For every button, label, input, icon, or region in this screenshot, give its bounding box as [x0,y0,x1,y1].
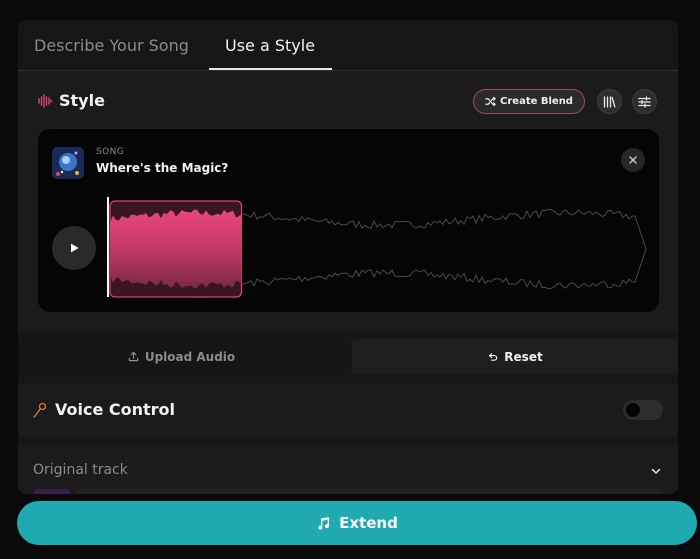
create-blend-button[interactable]: Create Blend [473,89,585,114]
reset-label: Reset [504,349,543,364]
tab-use-a-style[interactable]: Use a Style [225,36,315,56]
play-button[interactable] [52,226,96,270]
undo-icon [489,353,498,361]
chevron-down-icon[interactable] [649,464,663,478]
create-blend-label: Create Blend [500,96,573,107]
style-section-title: Style [59,91,105,110]
original-track-card[interactable]: Original track [18,445,678,494]
sliders-icon [638,95,651,108]
song-preview: SONG Where's the Magic? [38,129,659,312]
voice-control-toggle[interactable] [623,400,663,420]
mode-tabs: Describe Your Song Use a Style [18,20,678,71]
style-card: Style Create Blend SONG Where's the Magi… [18,71,678,331]
upload-icon [128,351,139,362]
library-icon [603,95,616,108]
extend-button[interactable]: Extend [17,501,697,545]
waveform-selector[interactable] [106,197,651,301]
extend-label: Extend [339,514,398,532]
close-icon [629,156,637,164]
shuffle-icon [485,96,496,107]
song-cover-art [52,147,84,179]
toggle-knob [626,403,640,417]
upload-audio-button[interactable]: Upload Audio [18,339,345,374]
original-track-thumbnail [34,489,70,494]
music-note-icon [318,516,330,530]
remove-song-button[interactable] [621,148,645,172]
soundwave-icon [38,94,52,108]
reset-button[interactable]: Reset [352,339,678,374]
selected-waveform [110,209,242,289]
original-track-row [76,489,663,494]
voice-control-title: Voice Control [55,400,176,419]
create-panel: Describe Your Song Use a Style Style Cre… [18,20,678,494]
original-track-title: Original track [33,462,128,478]
tab-describe-your-song[interactable]: Describe Your Song [34,36,189,56]
song-title: Where's the Magic? [96,161,229,175]
voice-control-card: Voice Control [18,383,678,436]
active-tab-indicator [209,68,332,70]
style-settings-button[interactable] [632,89,657,114]
microphone-icon [33,402,47,418]
upload-audio-label: Upload Audio [144,349,236,364]
library-button[interactable] [597,89,622,114]
play-icon [71,243,79,253]
song-type-label: SONG [96,147,125,157]
